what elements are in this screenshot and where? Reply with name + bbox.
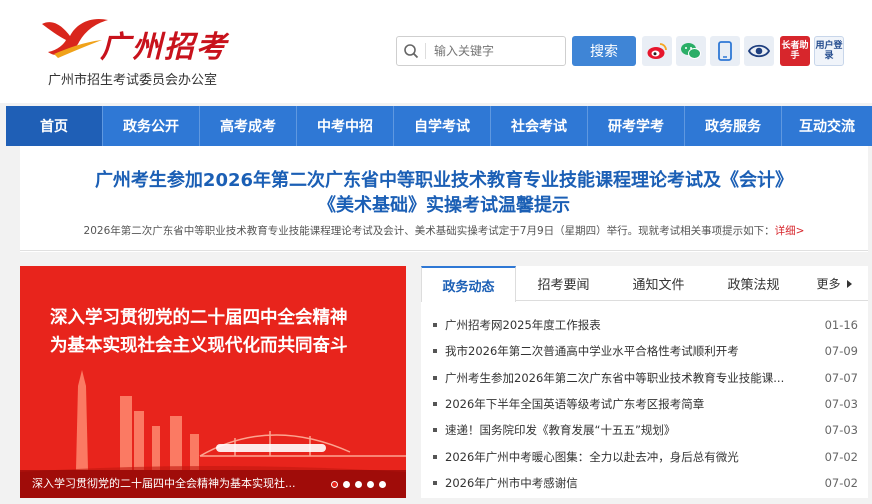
headline-title[interactable]: 广州考生参加2026年第二次广东省中等职业技术教育专业技能课程理论考试及《会计》… [20, 168, 868, 218]
tab-notices[interactable]: 通知文件 [611, 266, 706, 301]
news-list: 广州招考网2025年度工作报表 01-16 我市2026年第二次普通高中学业水平合… [433, 312, 858, 496]
section-divider [20, 250, 868, 251]
news-date: 07-07 [824, 370, 858, 385]
carousel-dot[interactable] [355, 481, 362, 488]
carousel-dot[interactable] [379, 481, 386, 488]
nav-item-gov-affairs[interactable]: 政务公开 [103, 106, 200, 146]
nav-item-gaokao[interactable]: 高考成考 [200, 106, 297, 146]
headline-summary: 2026年第二次广东省中等职业技术教育专业技能课程理论考试及会计、美术基础实操考… [20, 223, 868, 238]
news-item[interactable]: 我市2026年第二次普通高中学业水平合格性考试顺利开考 07-09 [433, 338, 858, 364]
headline-section: 广州考生参加2026年第二次广东省中等职业技术教育专业技能课程理论考试及《会计》… [20, 146, 868, 252]
news-item[interactable]: 广州招考网2025年度工作报表 01-16 [433, 312, 858, 338]
weibo-icon [647, 43, 667, 59]
news-date: 07-02 [824, 449, 858, 464]
news-date: 07-09 [824, 344, 858, 359]
wechat-icon [681, 43, 701, 59]
news-tabs: 政务动态 招考要闻 通知文件 政策法规 更多 [421, 266, 868, 302]
wechat-button[interactable] [676, 36, 706, 66]
search-button[interactable]: 搜索 [572, 36, 636, 66]
carousel-dot[interactable] [367, 481, 374, 488]
mobile-button[interactable] [710, 36, 740, 66]
news-date: 07-02 [824, 475, 858, 490]
news-title[interactable]: 速递！国务院印发《教育发展“十五五”规划》 [445, 422, 822, 438]
news-item[interactable]: 速递！国务院印发《教育发展“十五五”规划》 07-03 [433, 417, 858, 443]
carousel-dot[interactable] [331, 481, 338, 488]
nav-item-postgrad-exam[interactable]: 研考学考 [588, 106, 685, 146]
search-divider [425, 43, 426, 59]
logo-text: 广州招考 [100, 30, 228, 65]
headline-title-line2[interactable]: 《美术基础》实操考试温馨提示 [20, 193, 868, 218]
site-logo[interactable]: 广州招考 广州市招生考试委员会办公室 [40, 14, 230, 88]
news-date: 07-03 [824, 397, 858, 412]
mobile-icon [718, 41, 732, 61]
page: 广州招考 广州市招生考试委员会办公室 搜索 [0, 0, 872, 504]
news-title[interactable]: 广州招考网2025年度工作报表 [445, 317, 822, 333]
search-box [396, 36, 566, 66]
tab-policies[interactable]: 政策法规 [706, 266, 801, 301]
news-title[interactable]: 2026年广州中考暖心图集：全力以赴去冲，身后总有微光 [445, 449, 822, 465]
bullet [433, 402, 437, 407]
nav-item-zhongkao[interactable]: 中考中招 [297, 106, 394, 146]
chevron-right-icon [846, 279, 852, 288]
carousel-dot[interactable] [343, 481, 350, 488]
news-item[interactable]: 广州考生参加2026年第二次广东省中等职业技术教育专业技能课... 07-07 [433, 365, 858, 391]
news-date: 07-03 [824, 423, 858, 438]
city-skyline-illustration [20, 370, 406, 498]
nav-item-social-exam[interactable]: 社会考试 [491, 106, 588, 146]
user-login-button[interactable]: 用户登录 [814, 36, 844, 66]
bullet [433, 349, 437, 354]
bullet [433, 323, 437, 328]
carousel-dots [331, 481, 386, 488]
bullet [433, 480, 437, 485]
main-nav: 首页 政务公开 高考成考 中考中招 自学考试 社会考试 研考学考 政务服务 互动… [6, 106, 872, 146]
tab-gov-news[interactable]: 政务动态 [421, 266, 516, 302]
eye-icon [748, 44, 770, 58]
headline-summary-text: 2026年第二次广东省中等职业技术教育专业技能课程理论考试及会计、美术基础实操考… [83, 225, 775, 237]
news-title[interactable]: 广州考生参加2026年第二次广东省中等职业技术教育专业技能课... [445, 370, 822, 386]
weibo-button[interactable] [642, 36, 672, 66]
bullet [433, 454, 437, 459]
news-item[interactable]: 2026年广州市中考感谢信 07-02 [433, 470, 858, 496]
news-more-label: 更多 [816, 277, 841, 291]
search-icon [397, 37, 425, 65]
banner-carousel[interactable]: 深入学习贯彻党的二十届四中全会精神 为基本实现社会主义现代化而共同奋斗 深入学习… [20, 266, 406, 498]
nav-item-gov-services[interactable]: 政务服务 [685, 106, 782, 146]
news-date: 01-16 [824, 318, 858, 333]
org-name: 广州市招生考试委员会办公室 [48, 73, 218, 88]
headline-more-link[interactable]: 详细> [775, 225, 805, 237]
search-input[interactable] [434, 44, 554, 58]
tab-exam-news[interactable]: 招考要闻 [516, 266, 611, 301]
accessibility-button[interactable] [744, 36, 774, 66]
elder-helper-button[interactable]: 长者助手 [780, 36, 810, 66]
nav-item-interaction[interactable]: 互动交流 [782, 106, 872, 146]
news-title[interactable]: 2026年下半年全国英语等级考试广东考区报考简章 [445, 396, 822, 412]
site-header: 广州招考 广州市招生考试委员会办公室 搜索 [0, 0, 872, 103]
headline-title-line1[interactable]: 广州考生参加2026年第二次广东省中等职业技术教育专业技能课程理论考试及《会计》 [20, 168, 868, 193]
news-panel: 政务动态 招考要闻 通知文件 政策法规 更多 广州招考网2025年度工作报表 01… [421, 266, 868, 498]
news-title[interactable]: 2026年广州市中考感谢信 [445, 475, 822, 491]
nav-item-self-study-exam[interactable]: 自学考试 [394, 106, 491, 146]
news-more-link[interactable]: 更多 [802, 266, 868, 301]
news-item[interactable]: 2026年广州中考暖心图集：全力以赴去冲，身后总有微光 07-02 [433, 443, 858, 469]
bullet [433, 428, 437, 433]
bullet [433, 375, 437, 380]
news-item[interactable]: 2026年下半年全国英语等级考试广东考区报考简章 07-03 [433, 391, 858, 417]
nav-item-home[interactable]: 首页 [6, 106, 103, 146]
news-title[interactable]: 我市2026年第二次普通高中学业水平合格性考试顺利开考 [445, 343, 822, 359]
